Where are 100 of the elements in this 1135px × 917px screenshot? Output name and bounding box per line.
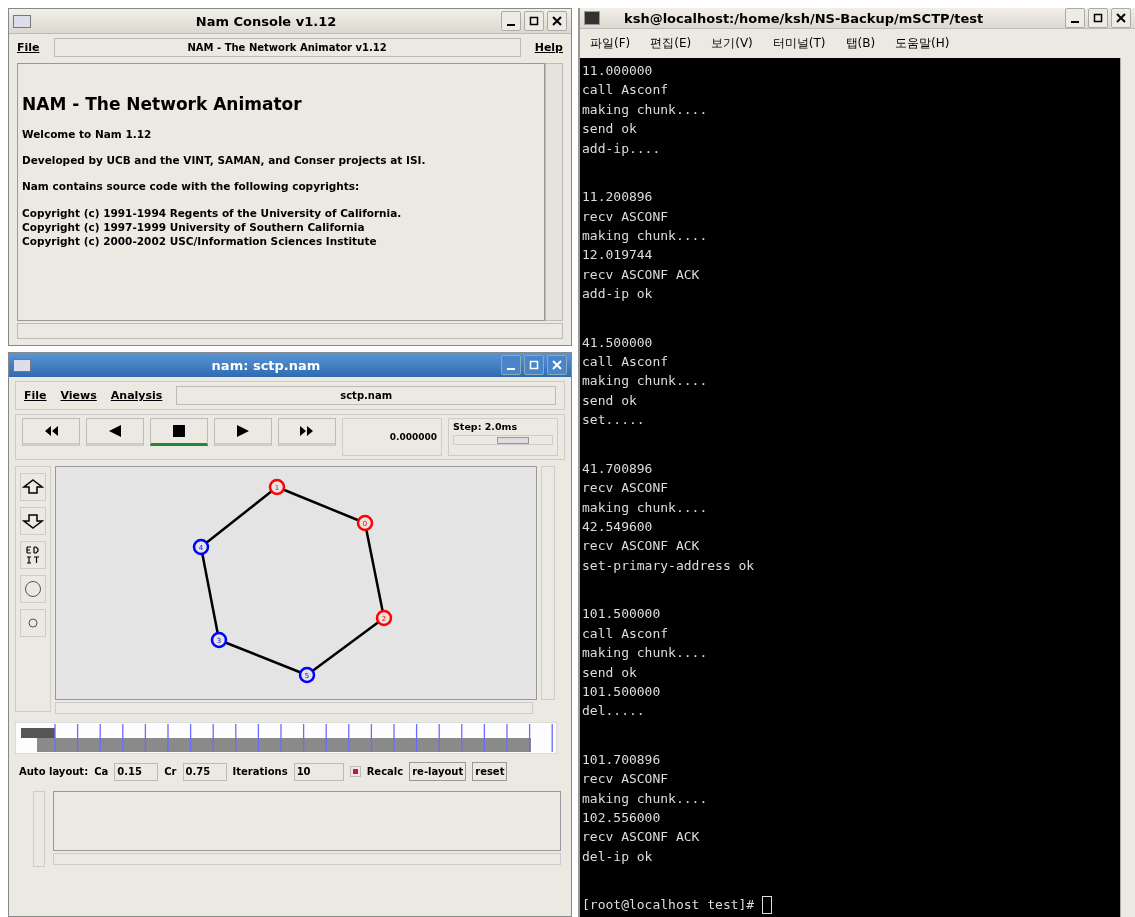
- output-line: add-ip....: [582, 139, 662, 158]
- play-icon: [235, 425, 251, 437]
- output-line: 41.500000: [582, 333, 654, 352]
- paragraph: Nam contains source code with the following copyrights:: [22, 180, 361, 192]
- window-icon: [13, 14, 31, 28]
- heading: NAM - The Network Animator: [22, 94, 303, 114]
- horizontal-scrollbar[interactable]: [53, 853, 561, 865]
- menu-item[interactable]: 터미널(T): [772, 35, 826, 52]
- window-title: nam: sctp.nam: [210, 357, 322, 373]
- playback-button[interactable]: [86, 418, 144, 446]
- menu-item[interactable]: 탭(B): [845, 35, 876, 52]
- circle-tool-button[interactable]: [20, 575, 46, 603]
- iterations-input-field[interactable]: 10: [293, 762, 344, 781]
- output-line: recv ASCONF: [582, 207, 670, 226]
- zoom-out-button[interactable]: [20, 507, 46, 535]
- maximize-button[interactable]: [1088, 8, 1108, 28]
- menu-item[interactable]: 파일(F): [590, 35, 631, 52]
- output-line: 11.200896: [582, 188, 654, 207]
- output-line: making chunk....: [582, 372, 709, 391]
- layout-button[interactable]: re-layout: [409, 762, 467, 781]
- output-line: del.....: [582, 702, 646, 721]
- zoom-in-button[interactable]: [20, 473, 46, 501]
- iterations-label: Iterations: [232, 766, 288, 777]
- ca-label: Ca: [94, 766, 109, 777]
- output-line: send ok: [582, 391, 638, 410]
- close-button[interactable]: [547, 11, 567, 31]
- ca-input-field[interactable]: 0.15: [114, 762, 159, 781]
- output-line: recv ASCONF: [582, 479, 670, 498]
- output-line: making chunk....: [582, 226, 709, 245]
- auto-layout-label: Auto layout:: [19, 766, 89, 777]
- playback-button[interactable]: [214, 418, 272, 446]
- window-icon: [13, 358, 31, 372]
- up-arrow-icon: [22, 479, 44, 495]
- output-line: recv ASCONF: [582, 770, 670, 789]
- playback-button[interactable]: [22, 418, 80, 446]
- output-line: 101.500000: [582, 605, 662, 624]
- step-label: Step: 2.0ms: [453, 421, 519, 432]
- copyright-line: Copyright (c) 1997-1999 University of Southern California: [22, 220, 366, 234]
- output-line: recv ASCONF ACK: [582, 265, 701, 284]
- close-button[interactable]: [1111, 8, 1131, 28]
- output-line: add-ip ok: [582, 285, 654, 304]
- down-arrow-icon: [22, 513, 44, 529]
- step-slider[interactable]: [453, 435, 553, 445]
- menu-item[interactable]: File: [24, 389, 47, 402]
- back-icon: [107, 425, 123, 437]
- output-line: making chunk....: [582, 789, 709, 808]
- horizontal-scrollbar[interactable]: [55, 702, 533, 714]
- terminal-icon: [584, 11, 600, 25]
- playback-button[interactable]: [278, 418, 336, 446]
- menu-item[interactable]: 보기(V): [711, 35, 753, 52]
- menu-item[interactable]: 도움말(H): [895, 35, 950, 52]
- cr-input-field[interactable]: 0.75: [182, 762, 227, 781]
- output-line: set-primary-address ok: [582, 556, 756, 575]
- close-icon: [552, 360, 562, 370]
- edit-button[interactable]: [20, 541, 46, 569]
- file-name-label: sctp.nam: [176, 386, 556, 405]
- maximize-icon: [1093, 13, 1103, 23]
- copyright-line: Copyright (c) 2000-2002 USC/Information Sciences Institute: [22, 234, 378, 248]
- close-icon: [1116, 13, 1126, 23]
- slider-thumb[interactable]: [496, 437, 529, 444]
- vertical-scrollbar[interactable]: [33, 791, 45, 867]
- recalc-checkbox[interactable]: [349, 766, 361, 777]
- menu-item[interactable]: Views: [60, 389, 97, 402]
- output-line: call Asconf: [582, 353, 670, 372]
- maximize-icon: [529, 16, 539, 26]
- minimize-button[interactable]: [501, 11, 521, 31]
- vertical-scrollbar[interactable]: [541, 466, 555, 700]
- window-title: Nam Console v1.12: [194, 13, 338, 29]
- output-line: call Asconf: [582, 624, 670, 643]
- vertical-scrollbar[interactable]: [1120, 58, 1135, 917]
- cr-label: Cr: [164, 766, 177, 777]
- minimize-icon: [507, 24, 515, 26]
- output-line: recv ASCONF ACK: [582, 537, 701, 556]
- copyright-line: Copyright (c) 1991-1994 Regents of the University of California.: [22, 206, 403, 220]
- menu-item[interactable]: File: [17, 41, 40, 54]
- minimize-button[interactable]: [1065, 8, 1085, 28]
- menu-item[interactable]: Analysis: [110, 389, 163, 402]
- output-line: call Asconf: [582, 81, 670, 100]
- menu-item[interactable]: Help: [534, 41, 563, 54]
- rewind-icon: [43, 425, 59, 437]
- time-display: 0.000000: [342, 418, 442, 456]
- maximize-icon: [529, 360, 539, 370]
- edit-icon: [25, 544, 41, 566]
- small-circle-icon: [28, 618, 38, 628]
- horizontal-scrollbar[interactable]: [17, 323, 563, 339]
- menu-item[interactable]: 편집(E): [650, 35, 692, 52]
- output-line: making chunk....: [582, 100, 709, 119]
- layout-button[interactable]: reset: [472, 762, 508, 781]
- output-line: 12.019744: [582, 246, 654, 265]
- output-line: 101.500000: [582, 682, 662, 701]
- text-cursor: [762, 896, 773, 915]
- title-banner: NAM - The Network Animator v1.12: [53, 38, 521, 57]
- paragraph: Welcome to Nam 1.12: [22, 128, 153, 140]
- output-line: send ok: [582, 663, 638, 682]
- maximize-button[interactable]: [524, 11, 544, 31]
- output-line: del-ip ok: [582, 847, 654, 866]
- vertical-scrollbar[interactable]: [545, 63, 563, 321]
- playback-button[interactable]: [150, 418, 208, 446]
- output-line: 41.700896: [582, 459, 654, 478]
- small-circle-tool-button[interactable]: [20, 609, 46, 637]
